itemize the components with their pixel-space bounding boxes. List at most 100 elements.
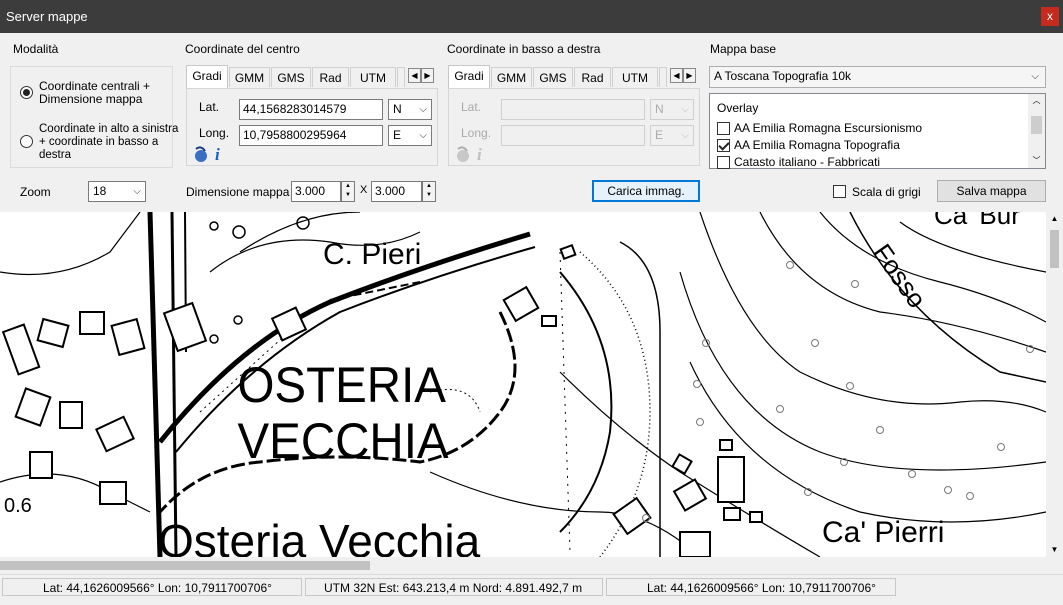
mode-option2-label[interactable]: Coordinate in alto a sinistra + coordina… (39, 123, 178, 162)
br-tab-arrows: ◀ ▶ (670, 68, 696, 83)
center-lat-hemisphere[interactable]: N ⌵ (388, 99, 432, 120)
status-utm-coords: UTM 32N Est: 643.213,4 m Nord: 4.891.492… (305, 578, 603, 596)
br-lon-hemisphere[interactable]: E ⌵ (650, 125, 694, 146)
bottom-right-coords-label: Coordinate in basso a destra (447, 42, 601, 56)
base-map-label: Mappa base (710, 42, 777, 56)
close-button[interactable]: x (1041, 7, 1059, 26)
width-input[interactable]: 3.000 (291, 181, 341, 202)
center-lat-input[interactable]: 44,1568283014579 (239, 99, 383, 120)
map-horizontal-scrollbar[interactable] (0, 557, 1046, 574)
load-image-button[interactable]: Carica immag. (592, 180, 700, 202)
br-tab-gmm[interactable]: GMM (491, 67, 532, 87)
mode-group: Coordinate centrali + Dimensione mappa C… (10, 66, 178, 168)
save-map-button[interactable]: Salva mappa (937, 180, 1046, 202)
overlay-item-label[interactable]: AA Emilia Romagna Escursionismo (734, 121, 922, 135)
center-tab-gradi[interactable]: Gradi (186, 65, 228, 88)
zoom-label: Zoom (20, 185, 51, 199)
chevron-down-icon: ⌵ (681, 104, 689, 115)
spin-down-icon[interactable]: ▼ (423, 191, 435, 200)
map-label-c-pieri: C. Pieri (323, 238, 421, 271)
map-image: Ca' Bur C. Pieri Fosso OSTERIA VECCHIA C… (0, 212, 1046, 557)
center-coords-label: Coordinate del centro (185, 42, 300, 56)
br-lat-hemisphere[interactable]: N ⌵ (650, 99, 694, 120)
width-spinner[interactable]: ▲ ▼ (341, 181, 355, 202)
center-lon-input[interactable]: 10,7958800295964 (239, 125, 383, 146)
base-map-select[interactable]: A Toscana Topografia 10k ⌵ (709, 66, 1046, 88)
grayscale-label[interactable]: Scala di grigi (852, 185, 921, 199)
tab-left-icon[interactable]: ◀ (408, 68, 421, 83)
spin-up-icon[interactable]: ▲ (342, 182, 354, 191)
zoom-select[interactable]: 18 ⌵ (88, 181, 146, 202)
mode-radio-center[interactable] (20, 86, 33, 99)
map-label-elevation: 0.6 (4, 495, 32, 517)
br-lat-input[interactable] (501, 99, 645, 120)
map-label-fosso: Fosso (867, 238, 932, 313)
status-center-coords: Lat: 44,1626009566° Lon: 10,7911700706° (606, 578, 896, 596)
overlay-item-label[interactable]: Catasto italiano - Fabbricati (734, 155, 880, 169)
map-view[interactable]: Ca' Bur C. Pieri Fosso OSTERIA VECCHIA C… (0, 212, 1046, 557)
map-vertical-scrollbar[interactable]: ▲ ▼ (1046, 212, 1063, 557)
spin-down-icon[interactable]: ▼ (342, 191, 354, 200)
map-label-vecchia: VECCHIA (238, 414, 450, 469)
overlay-checkbox-1[interactable] (717, 139, 730, 152)
size-label: Dimensione mappa (186, 185, 290, 199)
size-separator: X (360, 184, 368, 196)
chevron-down-icon: ⌵ (419, 104, 427, 115)
center-tab-rad[interactable]: Rad (312, 67, 349, 87)
window-title: Server mappe (6, 9, 88, 24)
tab-right-icon[interactable]: ▶ (421, 68, 434, 83)
mouse-pick-icon[interactable] (454, 145, 472, 163)
chevron-down-icon: ⌵ (681, 130, 689, 141)
br-lon-label: Long. (461, 126, 492, 140)
tab-right-icon[interactable]: ▶ (683, 68, 696, 83)
center-lon-hemisphere[interactable]: E ⌵ (388, 125, 432, 146)
center-tab-more[interactable] (397, 67, 405, 87)
scroll-down-icon[interactable]: ▼ (1046, 543, 1063, 557)
chevron-down-icon: ⌵ (1031, 71, 1039, 82)
overlay-checkbox-0[interactable] (717, 122, 730, 135)
map-label-ca-bur: Ca' Bur (934, 212, 1020, 230)
center-tab-utm[interactable]: UTM (350, 67, 396, 87)
center-tab-arrows: ◀ ▶ (408, 68, 434, 83)
height-spinner[interactable]: ▲ ▼ (422, 181, 436, 202)
svg-text:i: i (215, 145, 220, 163)
scroll-down-icon[interactable]: ﹀ (1028, 154, 1045, 168)
svg-text:i: i (477, 145, 482, 163)
mode-option1-label[interactable]: Coordinate centrali + Dimensione mappa (39, 80, 150, 106)
center-panel: Lat. 44,1568283014579 N ⌵ Long. 10,795880… (186, 88, 438, 166)
chevron-down-icon: ⌵ (419, 130, 427, 141)
br-tab-more[interactable] (659, 67, 667, 87)
info-icon[interactable]: i (475, 145, 487, 163)
map-hscroll-thumb[interactable] (0, 561, 370, 570)
scroll-up-icon[interactable]: ︿ (1028, 94, 1045, 108)
mode-radio-corners[interactable] (20, 135, 33, 148)
mouse-pick-icon[interactable] (192, 145, 210, 163)
br-lon-input[interactable] (501, 125, 645, 146)
bottom-right-panel: Lat. N ⌵ Long. E ⌵ i (448, 88, 700, 166)
height-input[interactable]: 3.000 (371, 181, 422, 202)
overlay-scroll-thumb[interactable] (1031, 116, 1042, 134)
center-tab-gms[interactable]: GMS (271, 67, 311, 87)
tab-left-icon[interactable]: ◀ (670, 68, 683, 83)
overlay-label: Overlay (717, 101, 759, 115)
br-tab-gradi[interactable]: Gradi (448, 65, 490, 88)
mode-label: Modalità (13, 42, 59, 56)
br-tab-utm[interactable]: UTM (612, 67, 658, 87)
br-lat-label: Lat. (461, 100, 482, 114)
map-label-ca-pierri: Ca' Pierri (822, 516, 944, 549)
grayscale-checkbox[interactable] (833, 185, 846, 198)
overlay-scrollbar[interactable]: ︿ ﹀ (1028, 94, 1045, 168)
status-cursor-coords: Lat: 44,1626009566° Lon: 10,7911700706° (2, 578, 302, 596)
center-tab-gmm[interactable]: GMM (229, 67, 270, 87)
scroll-up-icon[interactable]: ▲ (1046, 212, 1063, 226)
title-bar: Server mappe x (0, 0, 1063, 33)
map-label-osteria-vecchia: Osteria Vecchia (158, 515, 481, 557)
center-lat-label: Lat. (199, 100, 220, 114)
br-tab-rad[interactable]: Rad (574, 67, 611, 87)
spin-up-icon[interactable]: ▲ (423, 182, 435, 191)
br-tab-gms[interactable]: GMS (533, 67, 573, 87)
info-icon[interactable]: i (213, 145, 225, 163)
overlay-item-label[interactable]: AA Emilia Romagna Topografia (734, 138, 900, 152)
map-vscroll-thumb[interactable] (1050, 230, 1059, 268)
overlay-checkbox-2[interactable] (717, 156, 730, 169)
